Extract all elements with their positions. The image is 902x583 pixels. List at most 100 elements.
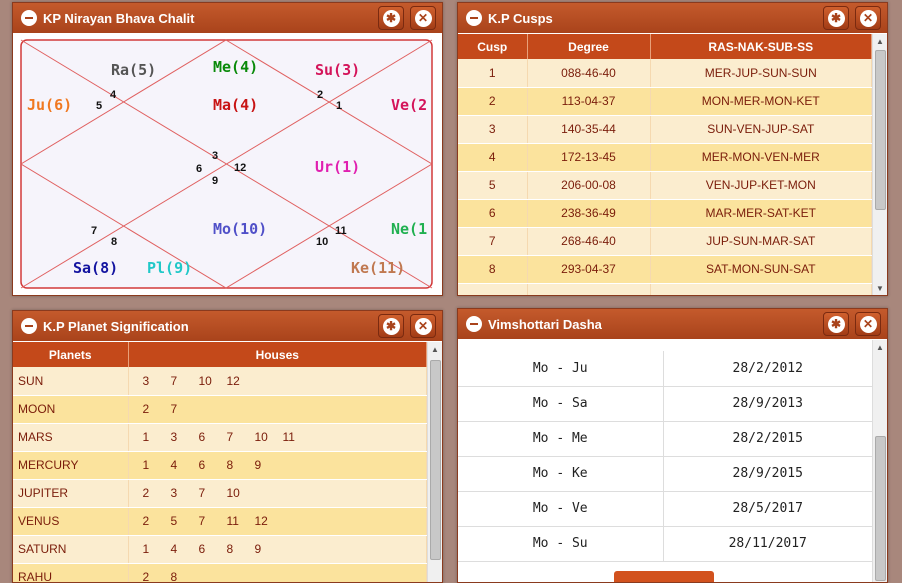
chart-house-number: 6 [196, 163, 202, 175]
chalit-title: KP Nirayan Bhava Chalit [43, 10, 195, 26]
scroll-up-icon[interactable]: ▲ [876, 37, 884, 46]
collapse-icon[interactable] [466, 316, 482, 332]
settings-button[interactable]: ✱ [823, 6, 849, 30]
settings-button[interactable]: ✱ [378, 314, 404, 338]
chart-planet-label: Ju(6) [27, 96, 72, 114]
chalit-panel: KP Nirayan Bhava Chalit ✱ ✕ Ra(5) Me(4) Su… [12, 2, 443, 296]
cusps-table-wrap: Cusp Degree RAS-NAK-SUB-SS 1 088-46-40 MER… [458, 34, 872, 295]
chart-house-number: 1 [336, 100, 342, 112]
cusp-number: 8 [458, 255, 528, 284]
collapse-icon[interactable] [21, 318, 37, 334]
signification-title: K.P Planet Signification [43, 318, 189, 334]
dasha-date: 28/2/2015 [663, 421, 872, 457]
cusp-lords: MER-JUP-SUN-SUN [650, 59, 872, 88]
table-row: 3 140-35-44 SUN-VEN-JUP-SAT [458, 115, 872, 144]
house-number: 8 [226, 458, 234, 472]
table-row: 1 088-46-40 MER-JUP-SUN-SUN [458, 59, 872, 88]
close-icon: ✕ [414, 9, 432, 27]
cusp-number: 2 [458, 87, 528, 116]
cusp-lords: MER-MON-VEN-MER [650, 143, 872, 172]
close-icon: ✕ [859, 315, 877, 333]
collapse-icon[interactable] [466, 10, 482, 26]
cusp-lords: SUN-VEN-JUP-SAT [650, 115, 872, 144]
planet-name: MARS [13, 423, 129, 452]
cusp-number: 6 [458, 199, 528, 228]
house-number: 11 [282, 430, 295, 444]
chart-planet-label: Ra(5) [111, 61, 156, 79]
table-row: MERCURY 1 4 6 8 9 [13, 451, 427, 480]
cusp-lords: JUP-SUN-MAR-SAT [650, 227, 872, 256]
dasha-period: Mo - Ke [458, 456, 664, 492]
table-row: VENUS 2 5 7 11 12 [13, 507, 427, 536]
houses-cell: 1 4 6 8 9 [128, 535, 427, 564]
house-number: 3 [170, 486, 178, 500]
planet-name: RAHU [13, 563, 129, 582]
chart-planet-label: Pl(9) [147, 259, 192, 277]
dasha-period: Mo - Su [458, 526, 664, 562]
chart-planet-label: Me(4) [213, 58, 258, 76]
signification-scrollbar[interactable]: ▲ [427, 342, 442, 582]
scroll-thumb[interactable] [875, 436, 886, 581]
close-button[interactable]: ✕ [855, 6, 881, 30]
settings-button[interactable]: ✱ [378, 6, 404, 30]
cusp-number: 1 [458, 59, 528, 88]
table-row: 5 206-00-08 VEN-JUP-KET-MON [458, 171, 872, 200]
table-row: 4 172-13-45 MER-MON-VEN-MER [458, 143, 872, 172]
planet-name: SATURN [13, 535, 129, 564]
cusp-number: 4 [458, 143, 528, 172]
chart-planet-label: Ve(2 [391, 96, 427, 114]
scroll-up-icon[interactable]: ▲ [431, 345, 439, 354]
dasha-title: Vimshottari Dasha [488, 316, 602, 332]
cusps-scrollbar[interactable]: ▲ ▼ [872, 34, 887, 295]
dasha-scrollbar[interactable]: ▲ [872, 340, 887, 582]
column-header[interactable]: Planets [13, 342, 129, 367]
houses-cell: 27 [128, 395, 427, 424]
dasha-date: 28/2/2012 [663, 351, 872, 387]
table-row: SUN 3 7 10 12 [13, 367, 427, 396]
gear-icon: ✱ [827, 315, 845, 333]
close-button[interactable]: ✕ [410, 314, 436, 338]
house-number: 6 [198, 458, 206, 472]
scroll-thumb[interactable] [875, 50, 886, 210]
chart-house-number: 5 [96, 100, 102, 112]
chart-planet-label: Ma(4) [213, 96, 258, 114]
chart-house-number: 3 [212, 150, 218, 162]
more-button[interactable] [614, 571, 714, 582]
chart-planet-label: Mo(10) [213, 220, 267, 238]
table-cell [458, 283, 528, 295]
table-row: Mo - Ve 28/5/2017 [458, 491, 872, 527]
house-number: 1 [142, 430, 150, 444]
collapse-icon[interactable] [21, 10, 37, 26]
column-header[interactable]: Houses [128, 342, 427, 367]
table-row: Mo - Me 28/2/2015 [458, 421, 872, 457]
planet-name: MOON [13, 395, 129, 424]
column-header[interactable]: Cusp [458, 34, 528, 59]
house-number: 2 [142, 486, 150, 500]
house-number: 6 [198, 430, 206, 444]
chart-house-number: 9 [212, 175, 218, 187]
table-row: Mo - Su 28/11/2017 [458, 526, 872, 562]
chart-planet-label: Ur(1) [315, 158, 360, 176]
house-number: 2 [142, 402, 150, 416]
close-button[interactable]: ✕ [410, 6, 436, 30]
dasha-panel: Vimshottari Dasha ✱ ✕ Mo - Ju 28/2/2012 Mo… [457, 308, 888, 583]
chalit-header: KP Nirayan Bhava Chalit ✱ ✕ [13, 3, 442, 33]
dasha-period: Mo - Ju [458, 351, 664, 387]
cusp-lords: MON-MER-MON-KET [650, 87, 872, 116]
dasha-date: 28/9/2015 [663, 456, 872, 492]
scroll-up-icon[interactable]: ▲ [876, 343, 884, 352]
cusp-degree: 113-04-37 [527, 87, 651, 116]
planet-name: JUPITER [13, 479, 129, 508]
settings-button[interactable]: ✱ [823, 312, 849, 336]
chart-house-number: 10 [316, 236, 328, 248]
close-icon: ✕ [859, 9, 877, 27]
house-number: 7 [170, 373, 178, 388]
house-number: 3 [142, 373, 150, 388]
scroll-down-icon[interactable]: ▼ [876, 284, 884, 293]
column-header[interactable]: RAS-NAK-SUB-SS [650, 34, 872, 59]
cusp-degree: 172-13-45 [527, 143, 651, 172]
close-button[interactable]: ✕ [855, 312, 881, 336]
column-header[interactable]: Degree [527, 34, 651, 59]
table-row: 2 113-04-37 MON-MER-MON-KET [458, 87, 872, 116]
scroll-thumb[interactable] [430, 360, 441, 560]
